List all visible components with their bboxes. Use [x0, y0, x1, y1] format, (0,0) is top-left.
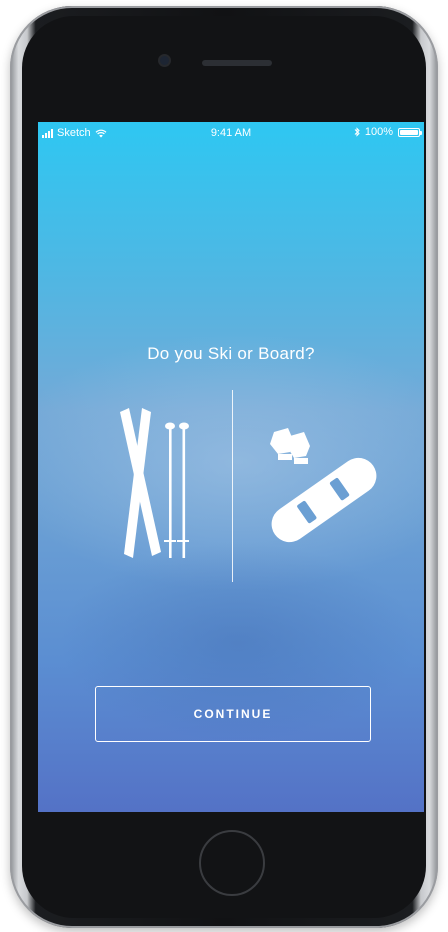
continue-button[interactable]: CONTINUE: [95, 686, 371, 742]
snowboard-gloves-icon: [270, 428, 377, 543]
board-option[interactable]: [260, 422, 380, 552]
app-screen: Sketch 9:41 AM 100% Do you Ski or Board?: [38, 122, 424, 812]
earpiece-speaker: [202, 60, 272, 66]
ski-poles-icon: [120, 408, 189, 558]
option-divider: [232, 390, 233, 582]
home-button[interactable]: [199, 830, 265, 896]
status-bar: Sketch 9:41 AM 100%: [38, 122, 424, 144]
battery-icon: [398, 127, 422, 137]
battery-percent: 100%: [364, 126, 393, 138]
ski-option[interactable]: [116, 402, 196, 562]
question-heading: Do you Ski or Board?: [147, 344, 315, 363]
front-camera: [160, 56, 169, 65]
bluetooth-icon: [354, 127, 360, 137]
